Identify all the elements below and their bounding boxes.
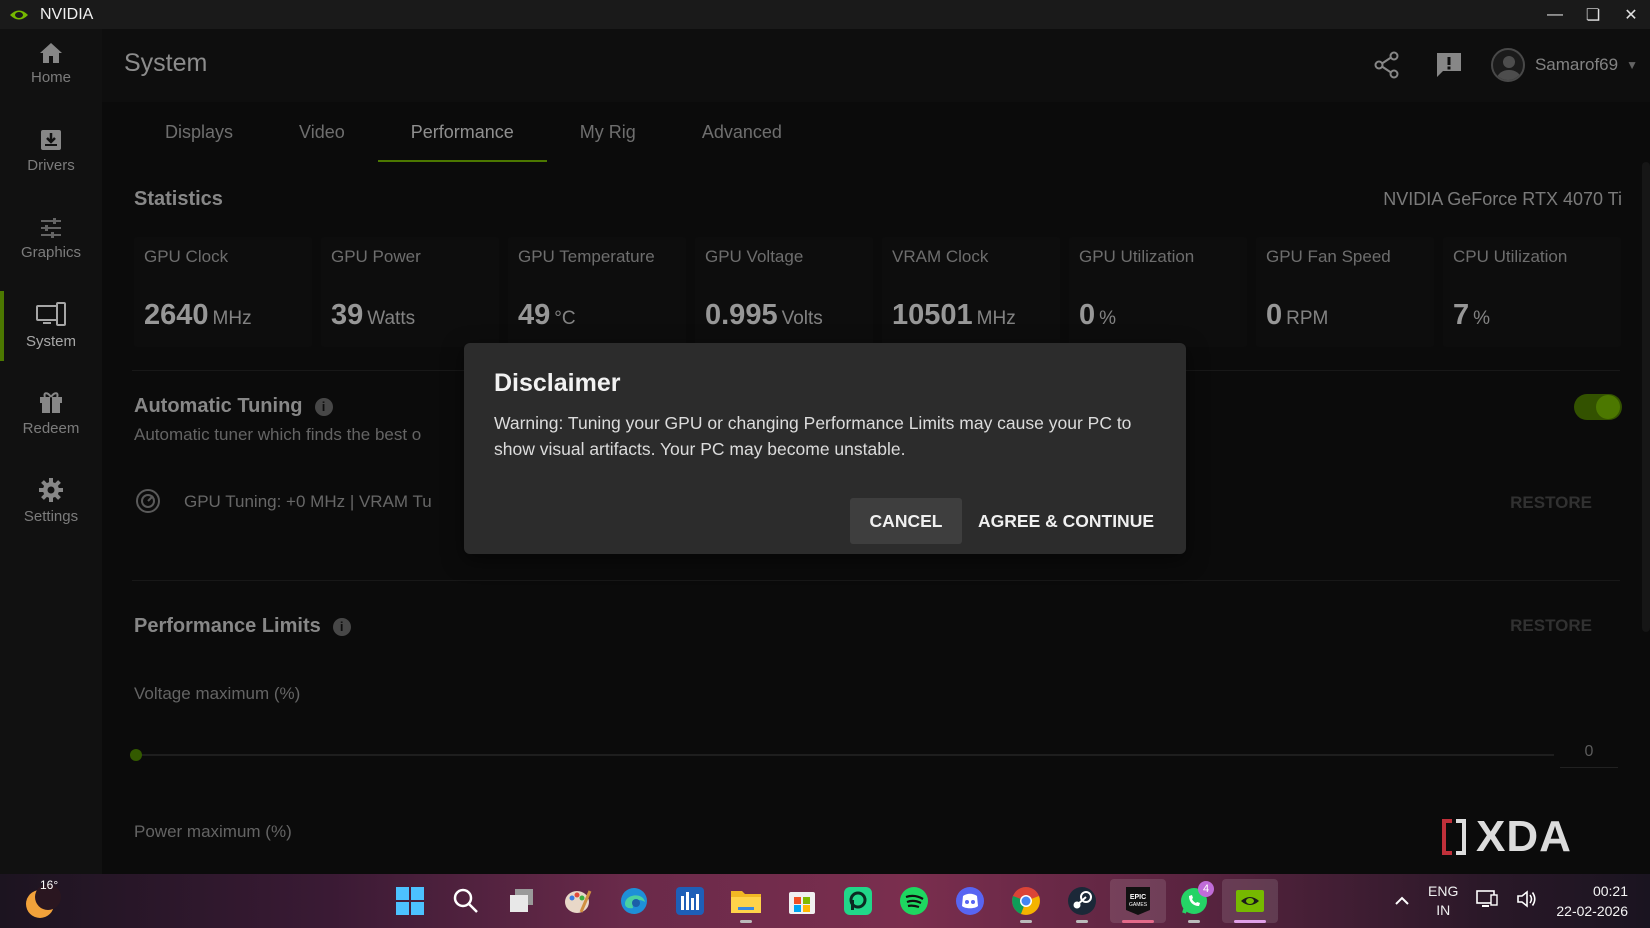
windows-icon (396, 887, 424, 915)
paint-icon (565, 890, 592, 913)
task-view-button[interactable] (494, 879, 550, 923)
stats-app[interactable] (662, 879, 718, 923)
date: 22-02-2026 (1556, 903, 1628, 919)
cancel-button[interactable]: CANCEL (850, 498, 963, 544)
start-button[interactable] (382, 879, 438, 923)
epic-games-app[interactable]: EPIC GAMES (1110, 879, 1166, 923)
edge-app[interactable] (606, 879, 662, 923)
dialog-actions: CANCEL AGREE & CONTINUE (850, 498, 1156, 544)
paint-app[interactable] (550, 879, 606, 923)
chrome-app[interactable] (998, 879, 1054, 923)
file-explorer-app[interactable] (718, 879, 774, 923)
running-indicator (1020, 920, 1032, 923)
language-code: ENG (1428, 883, 1459, 899)
search-button[interactable] (438, 879, 494, 923)
code-editor-icon (844, 887, 872, 915)
volume-icon (1517, 889, 1536, 908)
network-button[interactable] (1476, 889, 1499, 914)
weather-temperature: 16° (40, 878, 59, 892)
steam-app[interactable] (1054, 879, 1110, 923)
spotify-app[interactable] (886, 879, 942, 923)
chevron-up-icon (1395, 896, 1409, 905)
volume-button[interactable] (1516, 889, 1538, 914)
minimize-button[interactable]: — (1536, 0, 1574, 29)
nvidia-app-icon (1236, 890, 1264, 912)
language-indicator[interactable]: ENG IN (1428, 882, 1458, 920)
weather-widget[interactable]: 16° (24, 878, 61, 918)
running-indicator (740, 920, 752, 923)
epic-games-icon: EPICGAMES (1126, 887, 1150, 915)
store-icon (789, 892, 815, 914)
notification-badge: 4 (1198, 881, 1214, 897)
xda-logo-icon (1442, 819, 1466, 855)
restore-button[interactable]: ❏ (1574, 0, 1612, 29)
nvidia-logo-icon (10, 10, 28, 19)
window-controls: — ❏ ✕ (1536, 0, 1650, 29)
system-tray: ENG IN 00:21 22-02-2026 (1394, 874, 1650, 928)
running-indicator (1122, 920, 1154, 923)
steam-icon (1068, 887, 1096, 915)
title-bar: NVIDIA — ❏ ✕ (0, 0, 1650, 29)
running-indicator (1076, 920, 1088, 923)
dialog-title: Disclaimer (494, 369, 621, 397)
taskbar-apps: EPIC GAMES 4 (382, 879, 1278, 923)
disclaimer-dialog: Disclaimer Warning: Tuning your GPU or c… (464, 343, 1186, 554)
folder-icon (731, 891, 761, 913)
app-title: NVIDIA (40, 5, 94, 23)
svg-text:EPIC: EPIC (1130, 894, 1146, 901)
close-button[interactable]: ✕ (1612, 0, 1650, 29)
search-icon (453, 888, 478, 913)
nvidia-app[interactable] (1222, 879, 1278, 923)
task-view-icon (510, 889, 533, 912)
clock[interactable]: 00:21 22-02-2026 (1556, 881, 1628, 921)
agree-continue-button[interactable]: AGREE & CONTINUE (976, 498, 1156, 544)
discord-icon (956, 887, 984, 915)
bar-chart-app-icon (676, 887, 704, 915)
taskbar: 16° EPIC GAMES 4 ENG IN 00:21 22-02-2026 (0, 874, 1650, 928)
whatsapp-app[interactable]: 4 (1166, 879, 1222, 923)
svg-text:GAMES: GAMES (1129, 902, 1148, 908)
show-hidden-icons-button[interactable] (1394, 892, 1410, 911)
xda-watermark: XDA (1438, 812, 1572, 862)
network-icon (1476, 889, 1499, 907)
moon-icon (26, 884, 61, 918)
pycharm-app[interactable] (830, 879, 886, 923)
edge-icon (621, 888, 647, 914)
dialog-message: Warning: Tuning your GPU or changing Per… (494, 413, 1132, 459)
spotify-icon (900, 887, 928, 915)
store-app[interactable] (774, 879, 830, 923)
chrome-icon (1012, 887, 1040, 915)
running-indicator (1234, 920, 1266, 923)
time: 00:21 (1592, 883, 1628, 899)
region-code: IN (1436, 902, 1451, 918)
running-indicator (1188, 920, 1200, 923)
discord-app[interactable] (942, 879, 998, 923)
xda-text: XDA (1476, 812, 1572, 861)
